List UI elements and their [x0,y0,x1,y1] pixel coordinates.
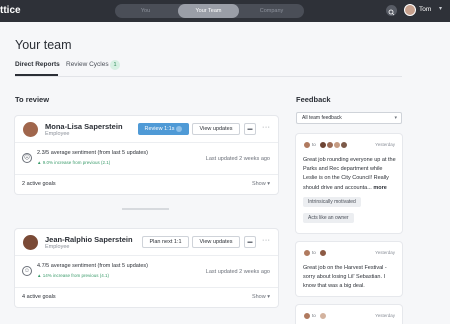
feedback-card: to Yesterday [296,305,402,324]
feedback-card: to Yesterday Great job rounding everyone… [296,134,402,233]
card-divider [15,174,278,175]
more-options-icon[interactable]: ··· [262,237,271,244]
avatar[interactable] [303,312,311,320]
tab-direct-reports[interactable]: Direct Reports [15,61,60,68]
comment-icon: ▬ [247,239,253,245]
scope-your-team[interactable]: Your Team [178,4,239,18]
comment-button[interactable]: ▬ [244,236,256,248]
avatar[interactable] [303,141,311,149]
feedback-card: to Yesterday Great job on the Harvest Fe… [296,242,402,296]
more-options-icon[interactable]: ··· [262,124,271,131]
review-card: Jean-Ralphio Saperstein Employee Plan ne… [15,229,278,307]
view-updates-button[interactable]: View updates [192,123,240,135]
search-button[interactable] [386,5,397,16]
employee-role: Employee [45,131,70,137]
scope-company[interactable]: Company [241,4,302,18]
smile-face-icon: ☺ [22,266,32,276]
feedback-filter-value: All team feedback [302,115,342,121]
show-goals-toggle[interactable]: Show ▾ [252,181,270,187]
comment-button[interactable]: ▬ [244,123,256,135]
to-review-heading: To review [15,95,50,104]
employee-name[interactable]: Mona-Lisa Saperstein [45,122,123,131]
read-more-link[interactable]: more [373,185,386,191]
feedback-date: Yesterday [375,250,395,255]
sentiment-summary: 4.7/5 average sentiment (from last 5 upd… [37,263,148,269]
active-goals-count: 2 active goals [22,181,56,187]
card-divider [15,255,278,256]
avatar[interactable] [340,141,348,149]
avatar[interactable] [23,235,38,250]
sentiment-summary: 2.3/5 average sentiment (from last 5 upd… [37,150,148,156]
view-updates-button[interactable]: View updates [192,236,240,248]
avatar[interactable] [319,312,327,320]
page-title: Your team [15,38,72,52]
show-goals-toggle[interactable]: Show ▾ [252,294,270,300]
card-divider [15,142,278,143]
sentiment-change: ▲ 14% increase from previous (4.1) [37,273,109,278]
info-icon [176,125,183,132]
show-goals-label: Show [251,294,266,300]
user-avatar[interactable] [404,4,416,16]
employee-name[interactable]: Jean-Ralphio Saperstein [45,235,133,244]
avatar[interactable] [23,122,38,137]
list-divider [122,208,169,210]
top-nav-bar: ttice You Your Team Company Tom ▾ [0,0,450,22]
review-cycles-count-badge: 1 [110,60,120,70]
scope-switcher: You Your Team Company [115,4,304,18]
app-logo[interactable]: ttice [0,5,21,16]
feedback-date: Yesterday [375,313,395,318]
chevron-down-icon: ▾ [267,294,270,300]
feedback-to-label: to [312,250,316,255]
review-card: Mona-Lisa Saperstein Employee Review 1:1… [15,116,278,194]
search-icon [388,9,395,16]
card-divider [15,287,278,288]
avatar[interactable] [319,249,327,257]
last-updated: Last updated 2 weeks ago [205,269,270,275]
active-goals-count: 4 active goals [22,294,56,300]
feedback-date: Yesterday [375,142,395,147]
feedback-heading: Feedback [296,95,331,104]
feedback-text: Great job rounding everyone up at the Pa… [303,156,397,193]
value-tag: Intrinsically motivated [303,197,361,207]
chevron-down-icon: ▾ [267,181,270,187]
show-goals-label: Show [251,181,266,187]
feedback-to-label: to [312,142,316,147]
tab-review-cycles[interactable]: Review Cycles [66,61,109,68]
value-tag: Acts like an owner [303,213,354,223]
last-updated: Last updated 2 weeks ago [205,156,270,162]
plan-next-one-on-one-button[interactable]: Plan next 1:1 [142,236,189,248]
comment-icon: ▬ [247,126,253,132]
chevron-down-icon[interactable]: ▾ [439,5,442,12]
employee-role: Employee [45,244,70,250]
review-one-on-ones-button[interactable]: Review 1:1s [138,123,189,135]
sentiment-change: ▲ 9.0% increase from previous (2.1) [37,160,111,165]
sad-face-icon: ☹ [22,153,32,163]
scope-you[interactable]: You [115,4,176,18]
button-label: Review 1:1s [144,126,175,132]
feedback-text: Great job on the Harvest Festival - sorr… [303,265,387,290]
tabs-divider [15,76,402,77]
feedback-to-label: to [312,313,316,318]
user-name[interactable]: Tom [419,6,431,13]
avatar[interactable] [303,249,311,257]
chevron-down-icon: ▾ [394,115,397,121]
feedback-filter-select[interactable]: All team feedback ▾ [296,112,402,124]
